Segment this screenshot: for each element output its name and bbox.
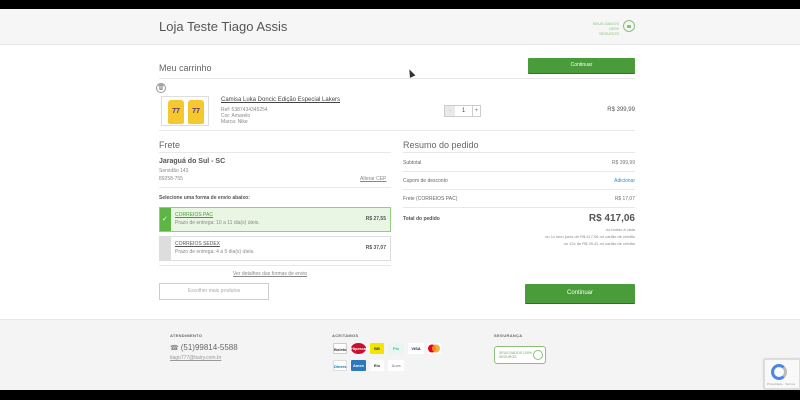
divider: [159, 265, 391, 266]
shipping-title: Frete: [159, 140, 181, 150]
hipercard-icon: Hipercard: [351, 343, 370, 354]
mastercard-icon: [427, 343, 441, 354]
quantity-plus-button[interactable]: +: [472, 106, 480, 116]
total-label: Total do pedido: [403, 216, 440, 222]
shipping-option-name: CORREIOS SEDEX: [175, 241, 221, 247]
trash-icon[interactable]: 🗑: [156, 83, 166, 93]
phone-number: ☎ (51)99814-5588: [170, 343, 238, 352]
amex-icon: Amex: [351, 360, 366, 371]
change-cep-link[interactable]: Alterar CEP: [360, 176, 386, 182]
shipping-details-link[interactable]: Ver detalhes das formas de envio: [233, 271, 307, 277]
radio-checked[interactable]: ✓: [160, 208, 171, 231]
service-title: ATENDIMENTO: [170, 333, 203, 338]
divider: [159, 130, 635, 131]
subtotal-value: R$ 399,99: [611, 160, 635, 166]
shipping-option-name: CORREIOS PAC: [175, 212, 213, 218]
lock-icon: [623, 20, 635, 32]
pix-icon: Pix: [388, 343, 404, 354]
shipping-cep: 89258-755: [159, 176, 183, 182]
boleto-note: no boleto à vista: [605, 227, 635, 232]
phone-text: (51)99814-5588: [180, 343, 238, 352]
accept-title: ACEITAMOS: [332, 333, 359, 338]
divider: [403, 189, 635, 190]
jersey-front: 77: [168, 100, 184, 124]
product-price: R$ 399,99: [607, 107, 635, 113]
choose-shipping-label: Selecione uma forma de envio abaixo:: [159, 195, 250, 201]
divider: [403, 207, 635, 208]
secure-seal: SEUS DADOS 100% SEGUROS: [494, 346, 546, 364]
quantity-stepper: - 1 +: [444, 105, 481, 117]
shipping-option-deadline: Prazo de entrega: 4 a 5 dia(s) úteis.: [175, 249, 255, 255]
coupon-label: Cupom de desconto: [403, 178, 448, 184]
store-title[interactable]: Loja Teste Tiago Assis: [159, 19, 287, 34]
continue-top-button[interactable]: Continuar: [528, 58, 635, 73]
shipping-option-price: R$ 27,55: [365, 216, 386, 222]
shipping-cost-label: Frete (CORREIOS PAC): [403, 196, 458, 202]
continue-button[interactable]: Continuar: [525, 284, 635, 303]
recaptcha-text[interactable]: Privacidade - Termos: [767, 382, 795, 386]
jersey-back: 77: [188, 100, 204, 124]
choose-more-products-button[interactable]: Escolher mais produtos: [159, 283, 269, 300]
shipping-option-price: R$ 37,07: [365, 245, 386, 251]
recaptcha-icon: [771, 364, 787, 380]
header: Loja Teste Tiago Assis SEUS DADOS 100% S…: [0, 9, 800, 45]
footer: ATENDIMENTO ☎ (51)99814-5588 tiago777@bai…: [0, 319, 800, 390]
divider: [159, 78, 635, 79]
cart-title: Meu carrinho: [159, 63, 212, 73]
shipping-address: Servidão 143: [159, 168, 189, 174]
product-name-link[interactable]: Camisa Luka Doncic Edição Especial Laker…: [221, 97, 340, 103]
subtotal-label: Subtotal: [403, 160, 422, 166]
security-title: SEGURANÇA: [494, 333, 523, 338]
divider: [403, 171, 635, 172]
quantity-minus-button[interactable]: -: [445, 106, 455, 116]
aura-icon: Aura: [388, 360, 404, 371]
divider: [403, 152, 635, 153]
card-1x-note: ou 1x sem juros de R$ 417,06 no cartão d…: [545, 234, 635, 239]
product-image[interactable]: 77 77: [161, 96, 209, 126]
add-coupon-link[interactable]: Adicionar: [560, 178, 635, 184]
lock-icon: [533, 350, 543, 360]
recaptcha-badge[interactable]: Privacidade - Termos: [764, 359, 800, 389]
elo-icon: Elo: [370, 360, 384, 371]
phone-icon: ☎: [170, 345, 179, 352]
banco-do-brasil-icon: BB: [370, 343, 384, 354]
shipping-cost-value: R$ 17,07: [614, 196, 635, 202]
diners-icon: Diners: [333, 360, 347, 371]
email-link[interactable]: tiago777@bairy.com.br: [170, 355, 221, 361]
radio-unchecked[interactable]: [160, 237, 171, 260]
shipping-option-sedex[interactable]: CORREIOS SEDEX Prazo de entrega: 4 a 5 d…: [159, 236, 391, 261]
boleto-icon: Boleto: [333, 343, 347, 354]
card-12x-note: ou 12x de R$ 39,41 no cartão de crédito: [563, 241, 635, 246]
mouse-cursor-icon: [406, 68, 416, 78]
visa-icon: VISA: [408, 343, 424, 354]
check-icon: ✓: [162, 216, 168, 223]
divider: [159, 152, 391, 153]
shipping-city: Jaraguá do Sul - SC: [159, 158, 226, 165]
secure-seal-text: SEUS DADOS 100% SEGUROS: [592, 21, 619, 36]
summary-title: Resumo do pedido: [403, 140, 479, 150]
shipping-option-pac[interactable]: ✓ CORREIOS PAC Prazo de entrega: 10 a 11…: [159, 207, 391, 232]
divider: [159, 187, 391, 188]
product-brand: Marca: Nike: [221, 119, 248, 125]
total-value: R$ 417,06: [588, 213, 635, 224]
checkout-page: Loja Teste Tiago Assis SEUS DADOS 100% S…: [0, 9, 800, 390]
quantity-input[interactable]: 1: [455, 106, 472, 116]
shipping-option-deadline: Prazo de entrega: 10 a 11 dia(s) úteis.: [175, 220, 260, 226]
